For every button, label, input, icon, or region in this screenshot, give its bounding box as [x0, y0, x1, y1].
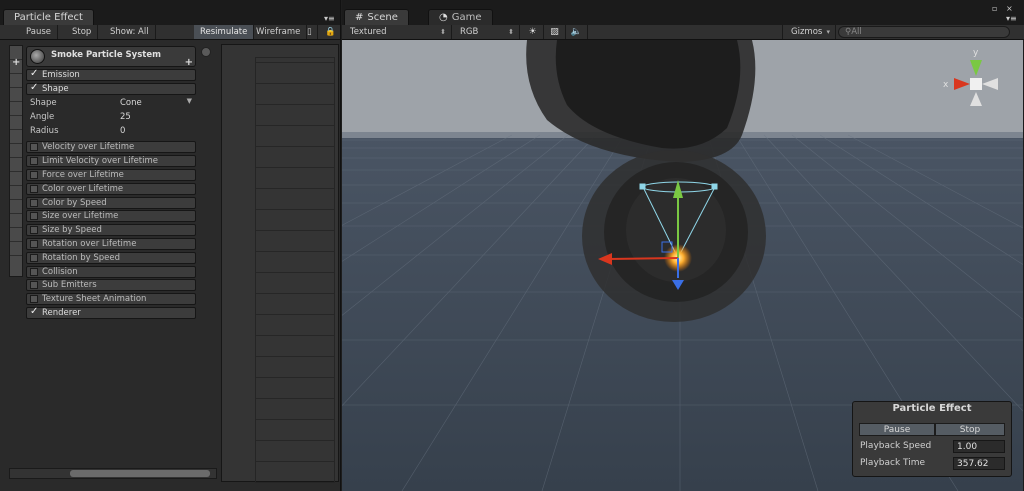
- tab-scene[interactable]: # Scene: [344, 9, 409, 25]
- checkbox[interactable]: [30, 226, 38, 235]
- prop-shape[interactable]: Shape Cone ▼: [26, 97, 196, 111]
- tab-game[interactable]: ◔ Game: [428, 9, 493, 25]
- curve-grid: [255, 57, 335, 483]
- center-cube-icon[interactable]: [970, 78, 982, 90]
- module-size-by-speed[interactable]: Size by Speed: [26, 224, 196, 237]
- playback-speed-label: Playback Speed: [860, 441, 932, 451]
- checkbox[interactable]: [30, 295, 38, 304]
- checkbox[interactable]: [30, 281, 38, 290]
- particle-tabbar: Particle Effect ▾≡: [0, 0, 340, 25]
- effect-hierarchy-strip[interactable]: [9, 45, 23, 277]
- particle-system-icon: [30, 49, 45, 64]
- module-renderer[interactable]: ✓ Renderer: [26, 306, 196, 319]
- playback-time-field[interactable]: 357.62: [953, 457, 1005, 470]
- checkbox[interactable]: [30, 184, 38, 193]
- up-down-arrow-icon: ⬍: [508, 28, 514, 36]
- particle-toolbar: Pause Stop Show: All Resimulate Wirefram…: [0, 25, 340, 40]
- scene-toolbar: Textured ⬍ RGB ⬍ ☀ ▨ 🔈 Gizmos ▾ ⚲All: [342, 25, 1024, 40]
- dropdown-arrow-icon: ▾: [826, 28, 830, 36]
- checkmark-icon[interactable]: ✓: [30, 306, 38, 316]
- playback-time-label: Playback Time: [860, 458, 926, 468]
- module-rotation-by-speed[interactable]: Rotation by Speed: [26, 251, 196, 264]
- checkbox[interactable]: [30, 253, 38, 262]
- checkbox[interactable]: [30, 239, 38, 248]
- overlay-pause-button[interactable]: Pause: [859, 423, 935, 436]
- module-rotation-over-lifetime[interactable]: Rotation over Lifetime: [26, 237, 196, 250]
- scene-grid-icon: #: [355, 12, 364, 23]
- x-axis-label: x: [943, 80, 949, 90]
- tab-particle-effect[interactable]: Particle Effect: [3, 9, 94, 25]
- layout-icon[interactable]: ▯: [304, 25, 318, 39]
- panel-menu-icon[interactable]: ▾≡: [1006, 14, 1017, 23]
- module-color-by-speed[interactable]: Color by Speed: [26, 196, 196, 209]
- checkbox[interactable]: [30, 157, 38, 166]
- module-limit-velocity-over-lifetime[interactable]: Limit Velocity over Lifetime: [26, 155, 196, 168]
- y-axis-label: y: [973, 48, 979, 58]
- module-collision[interactable]: Collision: [26, 265, 196, 278]
- lighting-sun-icon[interactable]: ☀: [522, 25, 544, 39]
- module-texture-sheet-animation[interactable]: Texture Sheet Animation: [26, 293, 196, 306]
- up-down-arrow-icon: ⬍: [440, 28, 446, 36]
- particle-system-name: Smoke Particle System: [51, 50, 161, 60]
- module-color-over-lifetime[interactable]: Color over Lifetime: [26, 182, 196, 195]
- module-size-over-lifetime[interactable]: Size over Lifetime: [26, 210, 196, 223]
- module-list: Smoke Particle System + ✓ Emission ✓ Sha…: [26, 46, 196, 319]
- curve-editor[interactable]: [221, 44, 339, 483]
- game-pacman-icon: ◔: [439, 12, 448, 23]
- module-shape[interactable]: ✓ Shape: [26, 82, 196, 95]
- particle-effect-panel: Particle Effect ▾≡ Pause Stop Show: All …: [0, 0, 341, 491]
- search-input[interactable]: ⚲All: [838, 26, 1010, 38]
- x-axis-handle[interactable]: [607, 257, 679, 260]
- checkbox[interactable]: [30, 267, 38, 276]
- close-icon[interactable]: ×: [1006, 4, 1013, 13]
- image-effects-icon[interactable]: ▨: [544, 25, 566, 39]
- stop-button[interactable]: Stop: [66, 25, 99, 39]
- add-system-icon[interactable]: +: [12, 57, 20, 68]
- gizmos-dropdown[interactable]: Gizmos ▾: [782, 25, 836, 39]
- scene-tabbar: # Scene ◔ Game ▫ × ▾≡: [342, 0, 1024, 25]
- audio-speaker-icon[interactable]: 🔈: [566, 25, 588, 39]
- module-velocity-over-lifetime[interactable]: Velocity over Lifetime: [26, 141, 196, 154]
- pause-button[interactable]: Pause: [20, 25, 58, 39]
- overlay-title: Particle Effect: [892, 403, 972, 414]
- module-emission[interactable]: ✓ Emission: [26, 68, 196, 81]
- prop-radius[interactable]: Radius 0: [26, 125, 196, 139]
- overlay-stop-button[interactable]: Stop: [935, 423, 1005, 436]
- wireframe-toggle[interactable]: Wireframe: [250, 25, 308, 39]
- particle-system-header[interactable]: Smoke Particle System +: [26, 46, 196, 68]
- playback-speed-field[interactable]: 1.00: [953, 440, 1005, 453]
- checkmark-icon[interactable]: ✓: [30, 68, 38, 78]
- shape-properties: Shape Cone ▼ Angle 25 Radius 0: [26, 95, 196, 140]
- panel-menu-icon[interactable]: ▾≡: [324, 14, 335, 23]
- checkbox[interactable]: [30, 170, 38, 179]
- module-force-over-lifetime[interactable]: Force over Lifetime: [26, 168, 196, 181]
- render-mode-dropdown[interactable]: Textured ⬍: [342, 25, 452, 39]
- horizontal-scrollbar[interactable]: [9, 468, 217, 479]
- scrollbar-thumb[interactable]: [70, 470, 210, 477]
- module-sub-emitters[interactable]: Sub Emitters: [26, 279, 196, 292]
- lock-icon[interactable]: 🔒: [322, 25, 336, 39]
- dropdown-arrow-icon[interactable]: ▼: [187, 97, 192, 105]
- resimulate-toggle[interactable]: Resimulate: [194, 25, 255, 39]
- prop-angle[interactable]: Angle 25: [26, 111, 196, 125]
- show-all-dropdown[interactable]: Show: All: [104, 25, 156, 39]
- checkbox[interactable]: [30, 212, 38, 221]
- add-module-icon[interactable]: +: [185, 57, 193, 68]
- settings-gear-icon[interactable]: [201, 47, 211, 57]
- maximize-icon[interactable]: ▫: [992, 4, 997, 13]
- checkmark-icon[interactable]: ✓: [30, 82, 38, 92]
- color-mode-dropdown[interactable]: RGB ⬍: [452, 25, 520, 39]
- checkbox[interactable]: [30, 198, 38, 207]
- playback-overlay: Particle Effect Pause Stop Playback Spee…: [852, 401, 1012, 477]
- checkbox[interactable]: [30, 143, 38, 152]
